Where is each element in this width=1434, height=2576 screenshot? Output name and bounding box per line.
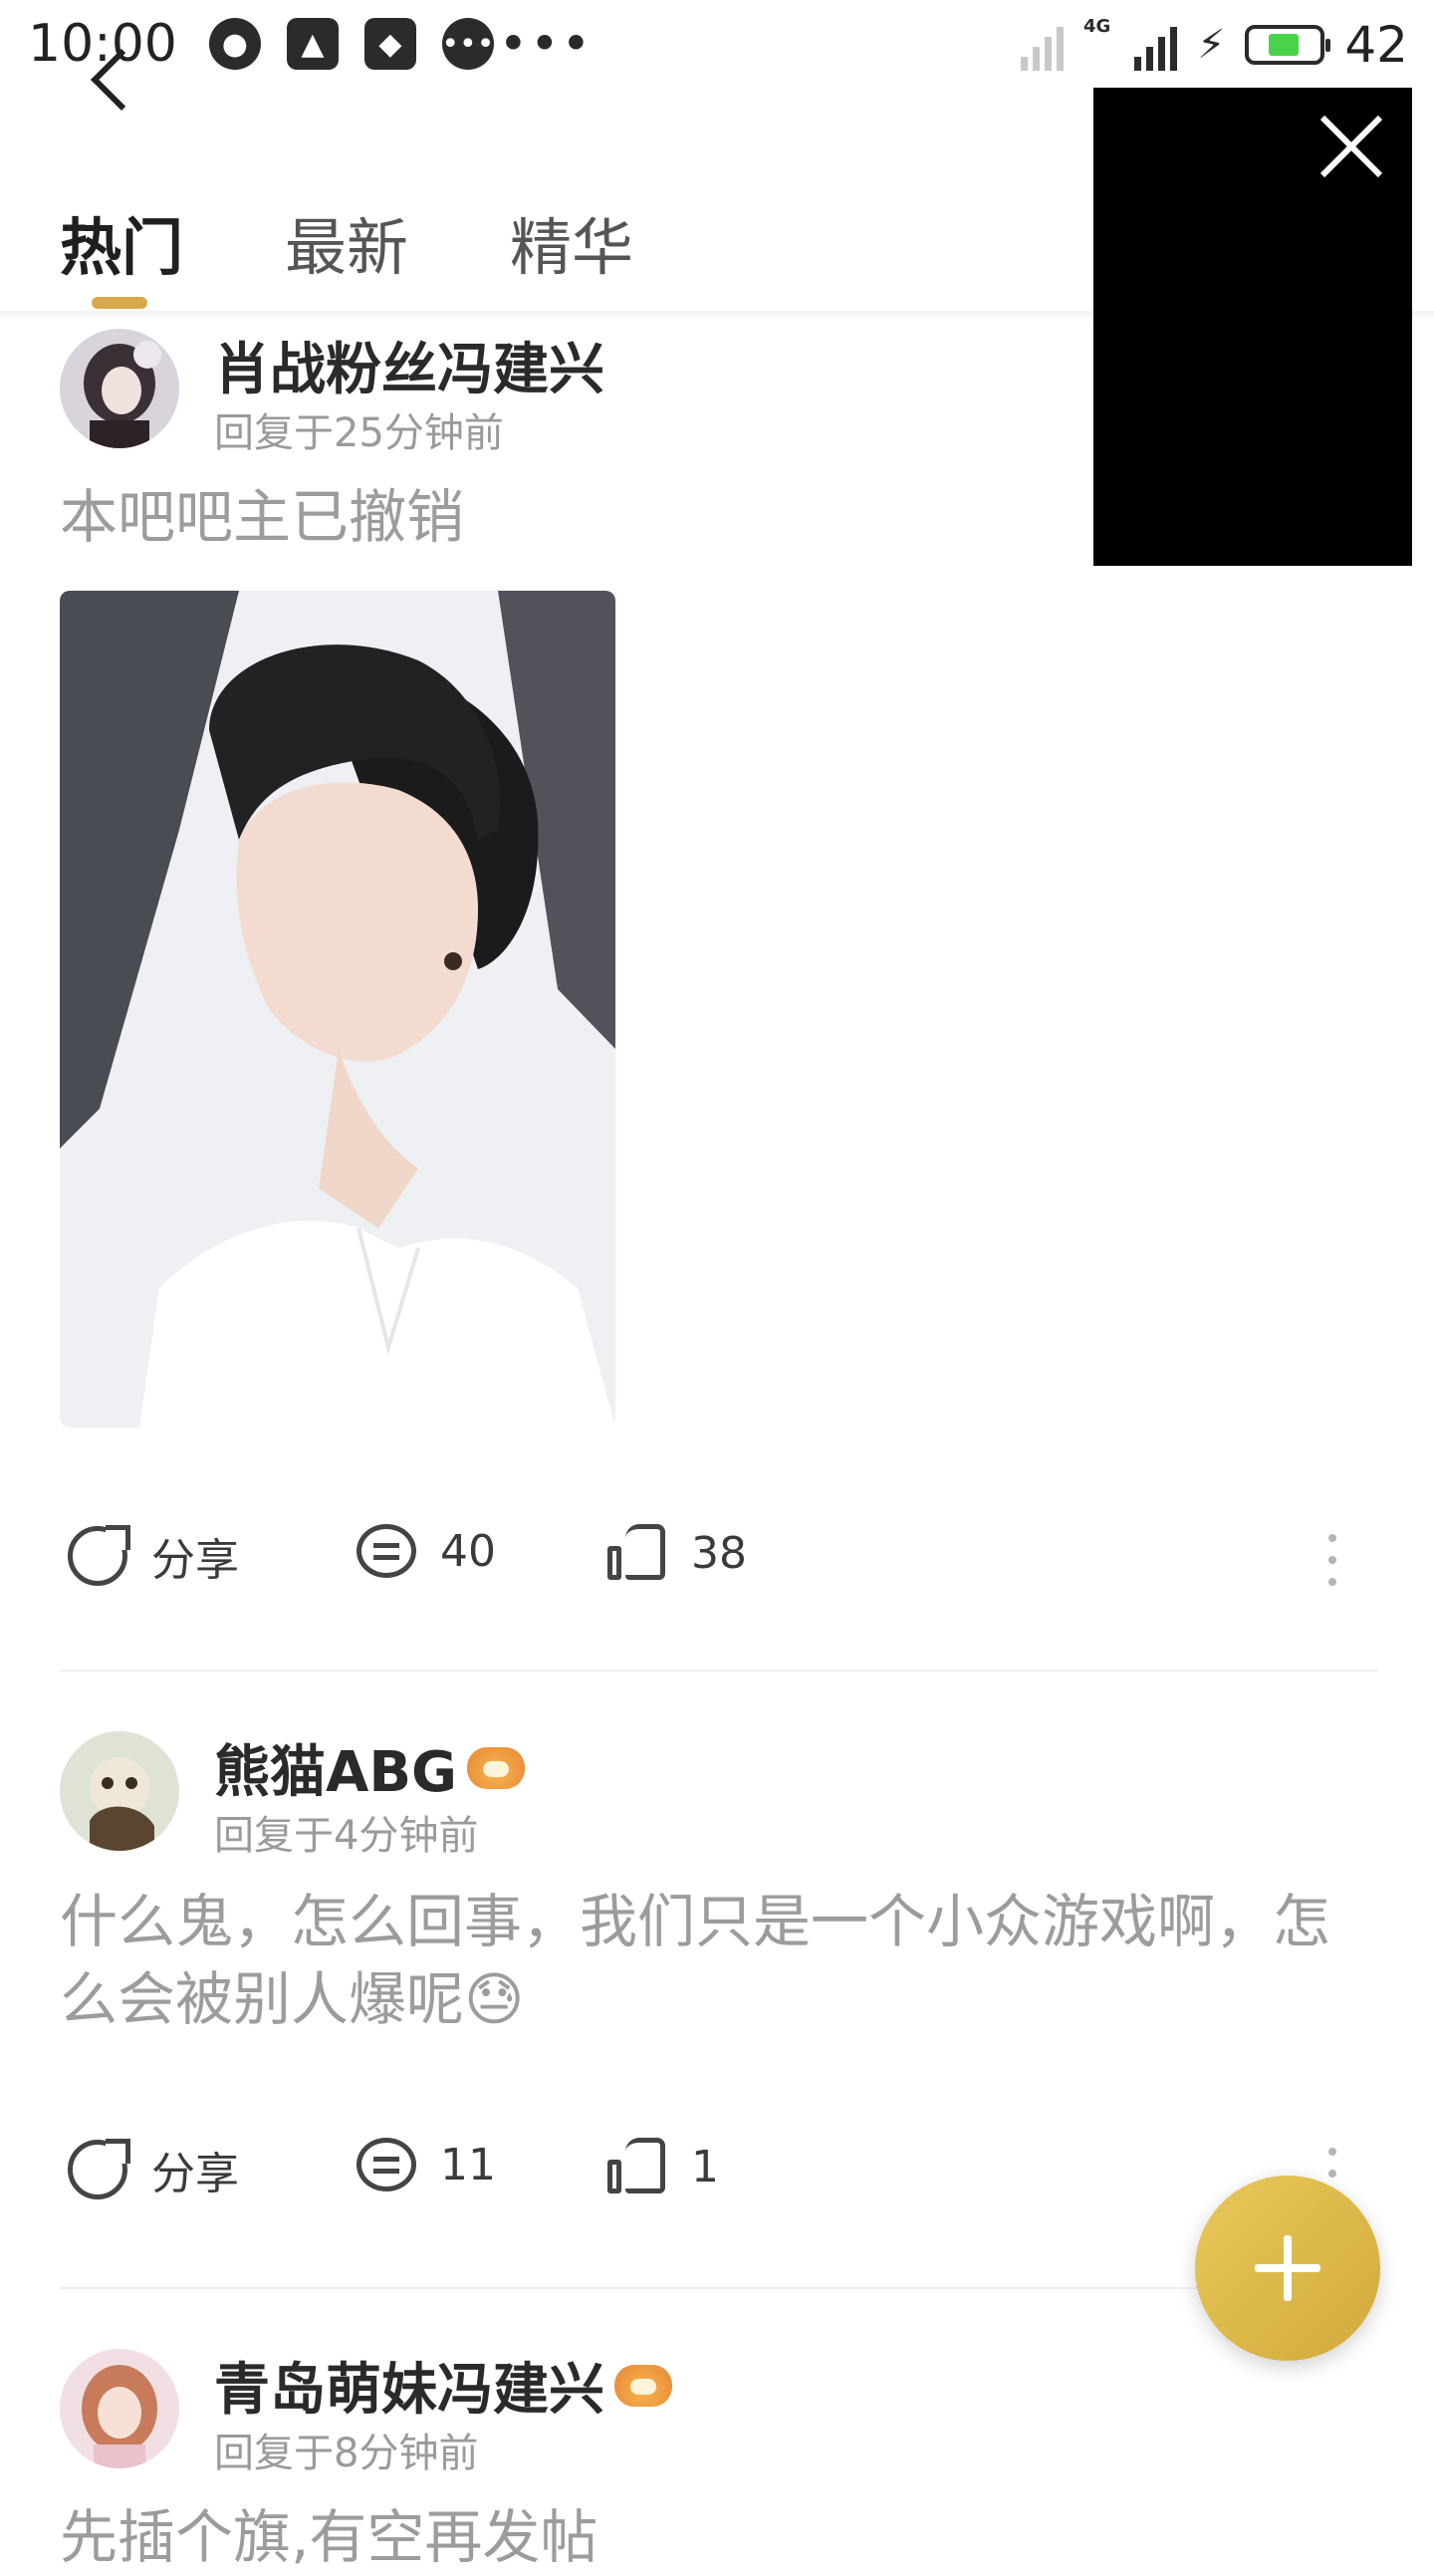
battery-level: 42	[1344, 16, 1408, 74]
thumbs-up-icon	[607, 2138, 667, 2195]
like-button[interactable]: 1	[607, 2138, 719, 2195]
post-text[interactable]: 什么鬼，怎么回事，我们只是一个小众游戏啊，怎么会被别人爆呢😓	[60, 1883, 1374, 2038]
like-count: 1	[691, 2141, 719, 2192]
tab-featured[interactable]: 精华	[510, 197, 633, 287]
network-type: 4G	[1082, 16, 1111, 37]
message-notification-icon: ●	[208, 18, 261, 70]
like-button[interactable]: 38	[607, 1524, 747, 1582]
game-badge-icon	[467, 1746, 525, 1789]
thumbs-up-icon	[607, 1524, 667, 1582]
floating-video-window[interactable]	[1093, 88, 1412, 566]
timestamp: 回复于4分钟前	[214, 1813, 479, 1859]
signal-icon-sim2	[1020, 19, 1064, 71]
signal-icon-sim1	[1134, 19, 1178, 71]
share-label: 分享	[151, 1535, 239, 1586]
comment-count: 40	[440, 1525, 496, 1577]
share-icon	[68, 1525, 130, 1586]
post-separator	[60, 2287, 1378, 2289]
post-separator	[60, 1670, 1378, 1672]
game-badge-icon	[614, 2364, 672, 2407]
username-text[interactable]: 熊猫ABG	[214, 1727, 457, 1808]
post-text[interactable]: 先插个旗,有空再发帖	[60, 2498, 1374, 2576]
status-indicators: 4G ⚡ 42	[1020, 16, 1408, 74]
charging-icon: ⚡	[1197, 22, 1226, 68]
app-notification-icon: ◆	[363, 18, 416, 70]
avatar[interactable]	[60, 329, 179, 448]
create-post-button[interactable]	[1195, 2176, 1380, 2361]
share-button[interactable]: 分享	[68, 1524, 239, 1588]
comment-icon	[357, 1524, 416, 1578]
comment-count: 11	[440, 2139, 496, 2190]
post-actions: 分享 40 38	[0, 1524, 1434, 1614]
chat-notification-icon: •••	[441, 18, 494, 70]
avatar[interactable]	[60, 1731, 179, 1851]
close-icon[interactable]	[1316, 112, 1386, 181]
share-label: 分享	[151, 2149, 239, 2199]
post-image[interactable]	[60, 591, 615, 1427]
like-count: 38	[691, 1527, 747, 1579]
upload-notification-icon: ▲	[286, 18, 339, 70]
timestamp: 回复于8分钟前	[214, 2431, 479, 2476]
username[interactable]: 肖战粉丝冯建兴	[214, 325, 604, 405]
active-tab-indicator	[92, 297, 147, 309]
avatar[interactable]	[60, 2349, 179, 2468]
tab-hot[interactable]: 热门	[60, 197, 183, 287]
share-icon	[68, 2139, 130, 2199]
status-bar: 10:00 ● ▲ ◆ ••• ••• 4G ⚡ 42	[0, 0, 1434, 88]
battery-icon	[1245, 25, 1331, 65]
username[interactable]: 熊猫ABG	[214, 1727, 525, 1808]
comment-icon	[357, 2138, 416, 2191]
comment-button[interactable]: 40	[357, 1524, 496, 1578]
more-notifications-icon: •••	[498, 15, 594, 73]
comment-button[interactable]: 11	[357, 2138, 496, 2191]
status-time: 10:00	[28, 14, 177, 74]
username-text[interactable]: 肖战粉丝冯建兴	[214, 325, 604, 405]
timestamp: 回复于25分钟前	[214, 410, 504, 456]
notification-icons: ● ▲ ◆ ••• •••	[208, 15, 594, 73]
username-text[interactable]: 青岛萌妹冯建兴	[214, 2345, 604, 2426]
more-vertical-icon[interactable]	[1324, 1534, 1340, 1586]
tab-latest[interactable]: 最新	[285, 197, 408, 287]
username[interactable]: 青岛萌妹冯建兴	[214, 2345, 672, 2426]
share-button[interactable]: 分享	[68, 2138, 239, 2201]
